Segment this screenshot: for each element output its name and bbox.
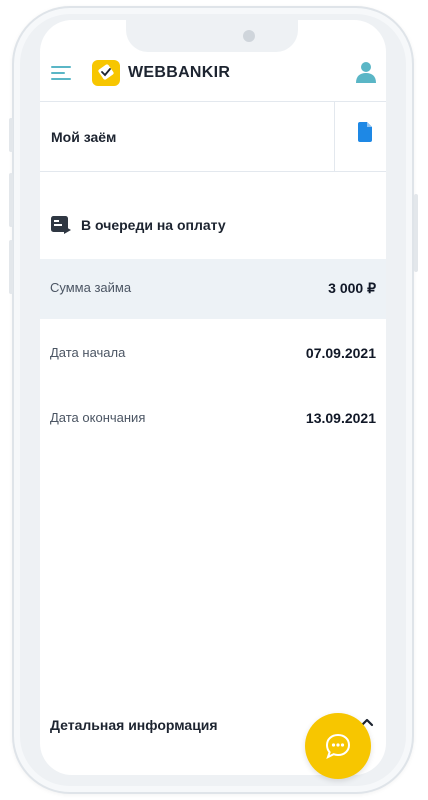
loan-amount-label: Сумма займа xyxy=(50,280,132,295)
chat-button[interactable] xyxy=(305,713,371,779)
end-date-label: Дата окончания xyxy=(50,410,146,425)
document-icon[interactable] xyxy=(358,122,372,142)
end-date-row: Дата окончания 13.09.2021 xyxy=(40,389,386,449)
menu-icon[interactable] xyxy=(51,63,71,81)
loan-amount-row: Сумма займа 3 000 ₽ xyxy=(40,259,386,319)
logo-icon xyxy=(92,60,120,86)
start-date-value: 07.09.2021 xyxy=(305,345,376,361)
volume-up-button xyxy=(9,173,13,227)
chat-icon xyxy=(325,733,351,759)
end-date-value: 13.09.2021 xyxy=(305,410,376,426)
front-camera xyxy=(243,30,255,42)
notch xyxy=(126,20,298,52)
status-label: В очереди на оплату xyxy=(81,217,226,233)
divider xyxy=(334,102,335,172)
my-loan-row[interactable]: Мой заём xyxy=(40,102,386,172)
start-date-label: Дата начала xyxy=(50,345,126,360)
volume-down-button xyxy=(9,240,13,294)
user-icon[interactable] xyxy=(354,60,378,84)
page-title: Мой заём xyxy=(51,129,117,145)
brand-name: WEBBANKIR xyxy=(128,64,231,81)
phone-screen: WEBBANKIR Мой заём В очереди на оплату С… xyxy=(40,20,386,775)
app-header: WEBBANKIR xyxy=(40,52,386,102)
start-date-row: Дата начала 07.09.2021 xyxy=(40,324,386,384)
power-button xyxy=(414,194,418,272)
mute-switch xyxy=(9,118,13,152)
loan-amount-value: 3 000 ₽ xyxy=(328,280,376,296)
detail-info-toggle[interactable]: Детальная информация xyxy=(50,717,218,733)
queue-status-icon xyxy=(51,216,71,234)
